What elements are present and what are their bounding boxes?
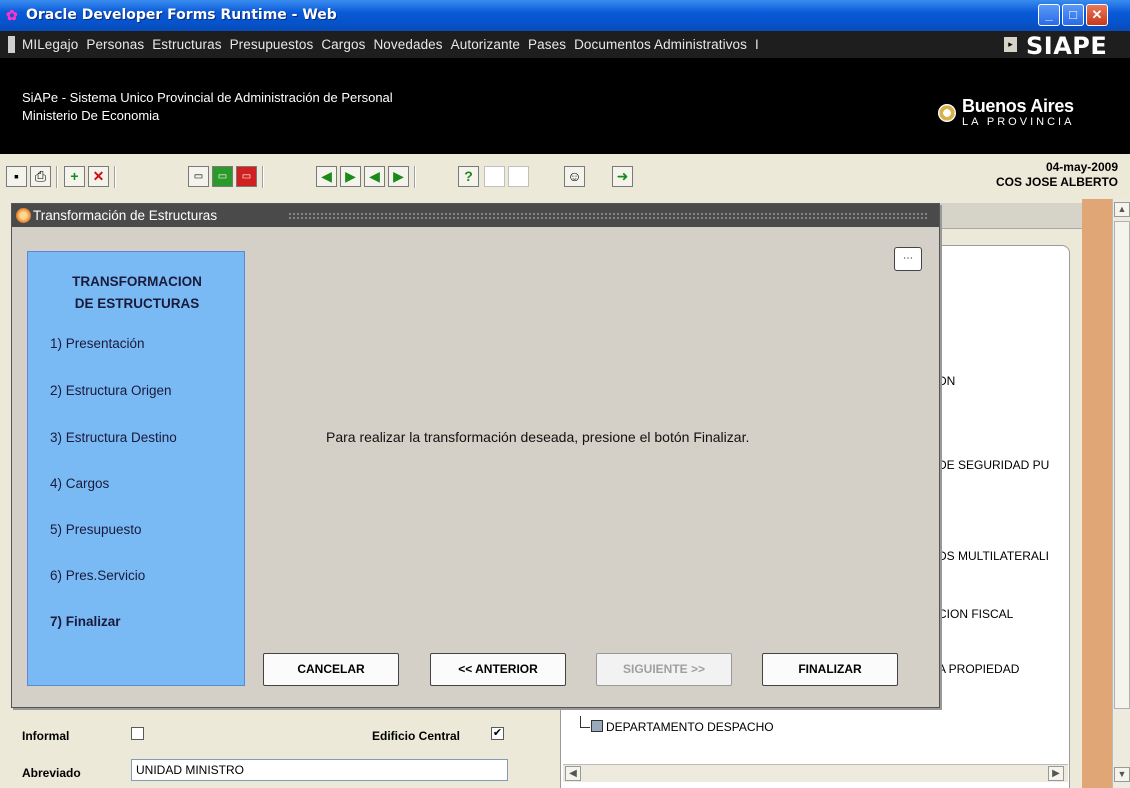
app-icon: ✿ xyxy=(6,7,18,23)
exit-icon[interactable]: ➜ xyxy=(612,166,633,187)
first-record-icon[interactable]: ◀ xyxy=(316,166,337,187)
tree-branch-line xyxy=(580,716,590,728)
minimize-button[interactable]: _ xyxy=(1038,4,1060,26)
menu-scroll-right-icon[interactable]: ▸ xyxy=(1004,37,1017,52)
tree-item[interactable]: DN xyxy=(938,374,955,388)
scroll-up-icon[interactable]: ▲ xyxy=(1114,202,1130,217)
menu-item-presupuestos[interactable]: Presupuestos xyxy=(230,37,314,52)
menu-item-truncated[interactable]: I xyxy=(755,37,759,52)
informal-checkbox[interactable] xyxy=(131,727,144,740)
finish-button[interactable]: FINALIZAR xyxy=(762,653,898,686)
tree-item[interactable]: A PROPIEDAD xyxy=(938,662,1019,676)
wizard-steps-panel: TRANSFORMACION DE ESTRUCTURAS 1) Present… xyxy=(27,251,245,686)
dialog-title: Transformación de Estructuras xyxy=(33,208,218,223)
siape-brand: SIAPE xyxy=(1026,32,1108,60)
edificio-central-label: Edificio Central xyxy=(372,729,461,743)
tree-item[interactable]: DS MULTILATERALI xyxy=(938,549,1049,563)
delete-record-icon[interactable]: ✕ xyxy=(88,166,109,187)
abreviado-field[interactable]: UNIDAD MINISTRO xyxy=(131,759,508,781)
add-record-icon[interactable]: + xyxy=(64,166,85,187)
cancel-button[interactable]: CANCELAR xyxy=(263,653,399,686)
vertical-scrollbar[interactable]: ▲ ▼ xyxy=(1112,199,1130,788)
tree-horizontal-scrollbar[interactable]: ◀ ▶ xyxy=(563,764,1068,782)
blank-button[interactable] xyxy=(484,166,505,187)
current-user: COS JOSE ALBERTO xyxy=(995,175,1118,189)
toolbar: ▪ ⎙ + ✕ ▭ ▭ ▭ ◀ ▶ ◀ ▶ ? ☺ ➜ 04-may-2009 … xyxy=(0,154,1130,199)
toolbar-separator xyxy=(56,166,58,188)
wizard-step: 4) Cargos xyxy=(50,476,110,491)
background-tab-strip xyxy=(938,203,1082,229)
menu-bar: MILegajo Personas Estructuras Presupuest… xyxy=(0,31,1130,60)
next-button: SIGUIENTE >> xyxy=(596,653,732,686)
edit-text-icon[interactable]: ⋯ xyxy=(894,247,922,271)
side-accent-bar xyxy=(1082,199,1112,788)
menu-item-autorizante[interactable]: Autorizante xyxy=(451,37,520,52)
tree-node-icon xyxy=(591,720,603,732)
close-button[interactable]: ✕ xyxy=(1086,4,1108,26)
wizard-step-active: 7) Finalizar xyxy=(50,614,121,629)
province-logo-subtitle: LA PROVINCIA xyxy=(962,116,1075,128)
menu-item-pases[interactable]: Pases xyxy=(528,37,566,52)
wizard-step: 6) Pres.Servicio xyxy=(50,568,146,583)
previous-button[interactable]: << ANTERIOR xyxy=(430,653,566,686)
menu-item-novedades[interactable]: Novedades xyxy=(373,37,442,52)
menu-item-estructuras[interactable]: Estructuras xyxy=(152,37,221,52)
scroll-left-icon[interactable]: ◀ xyxy=(565,766,581,781)
dialog-titlebar[interactable]: Transformación de Estructuras xyxy=(12,204,939,227)
tree-item[interactable]: CION FISCAL xyxy=(938,607,1013,621)
toolbar-separator xyxy=(414,166,416,188)
next-record-icon[interactable]: ▶ xyxy=(340,166,361,187)
abreviado-label: Abreviado xyxy=(22,766,81,780)
blank-button[interactable] xyxy=(508,166,529,187)
titlebar-pattern xyxy=(288,212,928,220)
toolbar-separator xyxy=(262,166,264,188)
window-titlebar: ✿ Oracle Developer Forms Runtime - Web _… xyxy=(0,0,1130,31)
instruction-message: Para realizar la transformación deseada,… xyxy=(326,429,750,445)
wizard-step: 3) Estructura Destino xyxy=(50,430,177,445)
window-title: Oracle Developer Forms Runtime - Web xyxy=(26,7,337,23)
next-block-icon[interactable]: ▶ xyxy=(388,166,409,187)
informal-label: Informal xyxy=(22,729,70,743)
steps-heading: TRANSFORMACION xyxy=(72,274,202,289)
province-logo-title: Buenos Aires xyxy=(962,96,1074,116)
execute-query-icon[interactable]: ▭ xyxy=(212,166,233,187)
print-icon[interactable]: ⎙ xyxy=(30,166,51,187)
previous-block-icon[interactable]: ◀ xyxy=(364,166,385,187)
maximize-button[interactable]: □ xyxy=(1062,4,1084,26)
edificio-central-checkbox[interactable]: ✔ xyxy=(491,727,504,740)
header-banner: SiAPe - Sistema Unico Provincial de Admi… xyxy=(0,58,1130,154)
toolbar-separator xyxy=(114,166,116,188)
scroll-thumb[interactable] xyxy=(1114,221,1130,709)
ministry-name: Ministerio De Economia xyxy=(22,108,160,123)
help-icon[interactable]: ? xyxy=(458,166,479,187)
menu-item-milegajo[interactable]: MILegajo xyxy=(22,37,78,52)
menu-item-personas[interactable]: Personas xyxy=(86,37,144,52)
wizard-step: 1) Presentación xyxy=(50,336,145,351)
menu-item-documentos[interactable]: Documentos Administrativos xyxy=(574,37,747,52)
save-icon[interactable]: ▪ xyxy=(6,166,27,187)
menu-item-cargos[interactable]: Cargos xyxy=(321,37,365,52)
user-icon[interactable]: ☺ xyxy=(564,166,585,187)
system-name: SiAPe - Sistema Unico Provincial de Admi… xyxy=(22,90,393,105)
wizard-step: 5) Presupuesto xyxy=(50,522,142,537)
scroll-right-icon[interactable]: ▶ xyxy=(1048,766,1064,781)
cancel-query-icon[interactable]: ▭ xyxy=(236,166,257,187)
transformation-dialog: Transformación de Estructuras TRANSFORMA… xyxy=(11,203,940,708)
province-logo-icon xyxy=(938,104,956,122)
tree-item-departamento-despacho[interactable]: DEPARTAMENTO DESPACHO xyxy=(606,720,774,734)
scroll-down-icon[interactable]: ▼ xyxy=(1114,767,1130,782)
current-date: 04-may-2009 xyxy=(1045,160,1118,174)
dialog-icon xyxy=(16,208,31,223)
wizard-step: 2) Estructura Origen xyxy=(50,383,172,398)
query-icon[interactable]: ▭ xyxy=(188,166,209,187)
tree-item[interactable]: DE SEGURIDAD PU xyxy=(938,458,1049,472)
steps-heading: DE ESTRUCTURAS xyxy=(74,296,200,311)
menu-grip xyxy=(8,36,15,53)
